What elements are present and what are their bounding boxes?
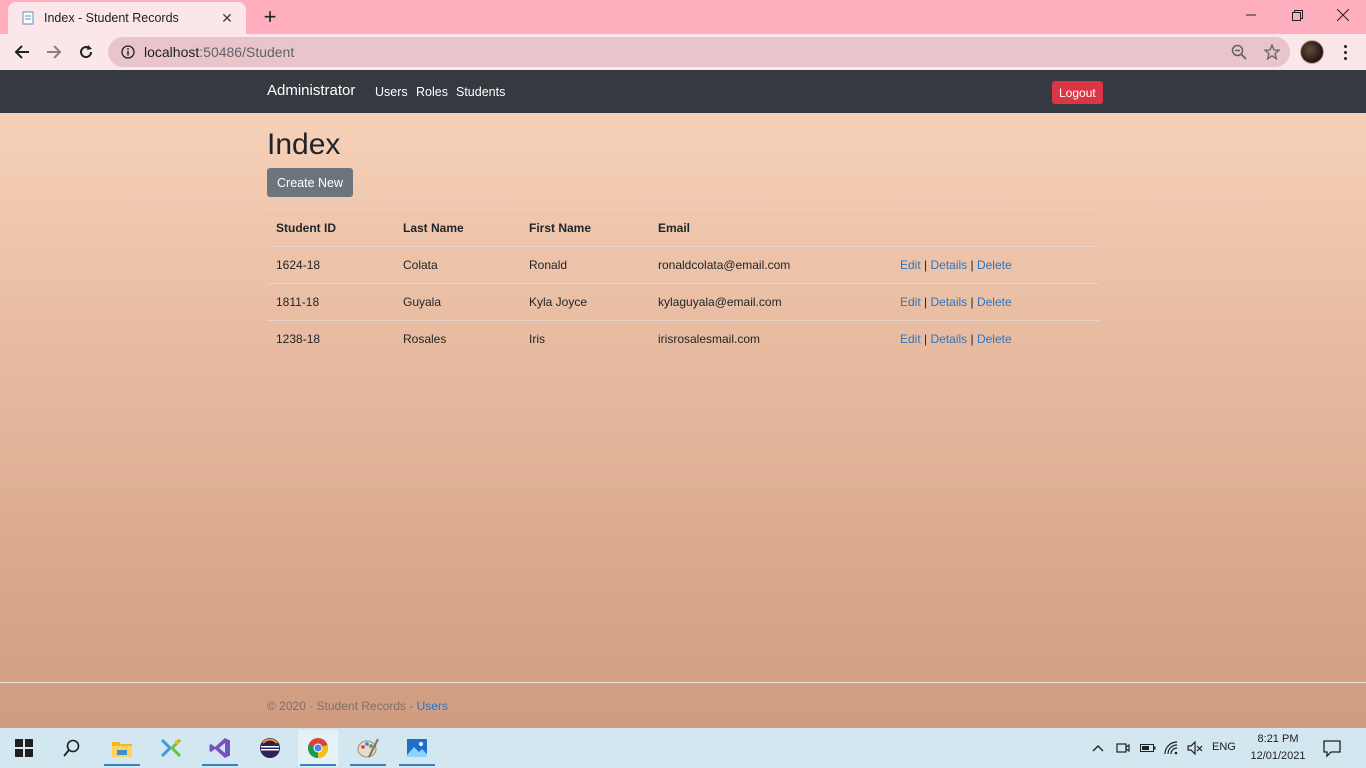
- photos-icon[interactable]: [397, 730, 437, 766]
- cell-actions: Edit | Details | Delete: [891, 283, 1099, 321]
- restore-icon[interactable]: [1274, 0, 1320, 30]
- site-info-icon[interactable]: [120, 44, 136, 60]
- header-email: Email: [649, 209, 891, 247]
- delete-link[interactable]: Delete: [977, 258, 1012, 272]
- logout-button[interactable]: Logout: [1052, 81, 1103, 104]
- cell-actions: Edit | Details | Delete: [891, 320, 1099, 358]
- browser-tabstrip: Index - Student Records ✕ +: [0, 0, 1366, 34]
- reload-icon[interactable]: [72, 38, 100, 66]
- eclipse-icon[interactable]: [250, 730, 290, 766]
- meet-now-icon[interactable]: [1115, 740, 1131, 756]
- table-row: 1811-18 Guyala Kyla Joyce kylaguyala@ema…: [267, 283, 1099, 321]
- cell-first-name: Ronald: [520, 246, 649, 284]
- cell-email: kylaguyala@email.com: [649, 283, 891, 321]
- delete-link[interactable]: Delete: [977, 295, 1012, 309]
- nav-link-users[interactable]: Users: [375, 85, 408, 99]
- paint-icon[interactable]: [348, 730, 388, 766]
- header-student-id: Student ID: [267, 209, 394, 247]
- cell-first-name: Kyla Joyce: [520, 283, 649, 321]
- zoom-icon[interactable]: [1230, 43, 1248, 61]
- visual-studio-icon[interactable]: [200, 730, 240, 766]
- new-tab-icon[interactable]: +: [258, 4, 282, 29]
- volume-muted-icon[interactable]: [1186, 740, 1204, 756]
- nav-link-students[interactable]: Students: [456, 85, 505, 99]
- navbar-brand[interactable]: Administrator: [267, 82, 355, 99]
- chrome-icon[interactable]: [298, 730, 338, 766]
- header-last-name: Last Name: [394, 209, 520, 247]
- show-hidden-icons-chevron-icon[interactable]: [1090, 740, 1106, 756]
- url-path: :50486/Student: [199, 44, 295, 60]
- details-link[interactable]: Details: [930, 295, 967, 309]
- details-link[interactable]: Details: [930, 258, 967, 272]
- tab-close-icon[interactable]: ✕: [218, 9, 236, 27]
- edit-link[interactable]: Edit: [900, 295, 921, 309]
- footer-users-link[interactable]: Users: [417, 699, 448, 713]
- table-row: 1238-18 Rosales Iris irisrosalesmail.com…: [267, 320, 1099, 358]
- search-icon[interactable]: [52, 730, 92, 766]
- delete-link[interactable]: Delete: [977, 332, 1012, 346]
- page-viewport: Administrator Users Roles Students Logou…: [0, 70, 1366, 728]
- page-favicon-icon: [20, 10, 36, 26]
- footer-text: © 2020 - Student Records - Users: [267, 699, 448, 713]
- cell-last-name: Guyala: [394, 283, 520, 321]
- students-table: Student ID Last Name First Name Email 16…: [267, 209, 1099, 358]
- page-footer: © 2020 - Student Records - Users: [0, 682, 1366, 728]
- edit-link[interactable]: Edit: [900, 258, 921, 272]
- clock-time: 8:21 PM: [1257, 733, 1299, 745]
- details-link[interactable]: Details: [930, 332, 967, 346]
- battery-icon[interactable]: [1139, 740, 1157, 756]
- url-host: localhost: [144, 44, 200, 60]
- cell-actions: Edit | Details | Delete: [891, 246, 1099, 284]
- browser-menu-icon[interactable]: [1336, 40, 1354, 64]
- browser-tab[interactable]: Index - Student Records ✕: [8, 2, 246, 34]
- taskbar-clock[interactable]: 8:21 PM 12/01/2021: [1244, 731, 1312, 765]
- footer-copyright: © 2020 - Student Records -: [267, 699, 417, 713]
- cell-student-id: 1811-18: [267, 283, 394, 321]
- top-navbar: Administrator Users Roles Students Logou…: [0, 70, 1366, 113]
- xamarin-icon[interactable]: [151, 730, 191, 766]
- address-bar[interactable]: localhost:50486/Student: [108, 37, 1290, 67]
- edit-link[interactable]: Edit: [900, 332, 921, 346]
- wifi-icon[interactable]: [1163, 740, 1181, 756]
- cell-email: irisrosalesmail.com: [649, 320, 891, 358]
- url-text: localhost:50486/Student: [144, 44, 294, 60]
- create-new-button[interactable]: Create New: [267, 168, 353, 197]
- input-language[interactable]: ENG: [1212, 741, 1236, 753]
- cell-student-id: 1624-18: [267, 246, 394, 284]
- browser-toolbar: localhost:50486/Student: [0, 34, 1366, 70]
- close-window-icon[interactable]: [1320, 0, 1366, 30]
- minimize-icon[interactable]: [1228, 0, 1274, 30]
- cell-first-name: Iris: [520, 320, 649, 358]
- tab-title: Index - Student Records: [44, 11, 179, 25]
- nav-link-roles[interactable]: Roles: [416, 85, 448, 99]
- bookmark-star-icon[interactable]: [1263, 43, 1281, 61]
- forward-icon[interactable]: [40, 38, 68, 66]
- back-icon[interactable]: [8, 38, 36, 66]
- profile-avatar[interactable]: [1300, 40, 1324, 64]
- page-title: Index: [267, 128, 341, 161]
- table-row: 1624-18 Colata Ronald ronaldcolata@email…: [267, 246, 1099, 284]
- file-explorer-icon[interactable]: [102, 730, 142, 766]
- cell-email: ronaldcolata@email.com: [649, 246, 891, 284]
- cell-last-name: Colata: [394, 246, 520, 284]
- cell-last-name: Rosales: [394, 320, 520, 358]
- windows-start-icon[interactable]: [4, 730, 44, 766]
- header-first-name: First Name: [520, 209, 649, 247]
- header-actions: [891, 209, 1099, 247]
- windows-taskbar: ENG 8:21 PM 12/01/2021: [0, 728, 1366, 768]
- clock-date: 12/01/2021: [1250, 750, 1306, 762]
- table-header-row: Student ID Last Name First Name Email: [267, 209, 1099, 247]
- notifications-icon[interactable]: [1322, 738, 1342, 758]
- cell-student-id: 1238-18: [267, 320, 394, 358]
